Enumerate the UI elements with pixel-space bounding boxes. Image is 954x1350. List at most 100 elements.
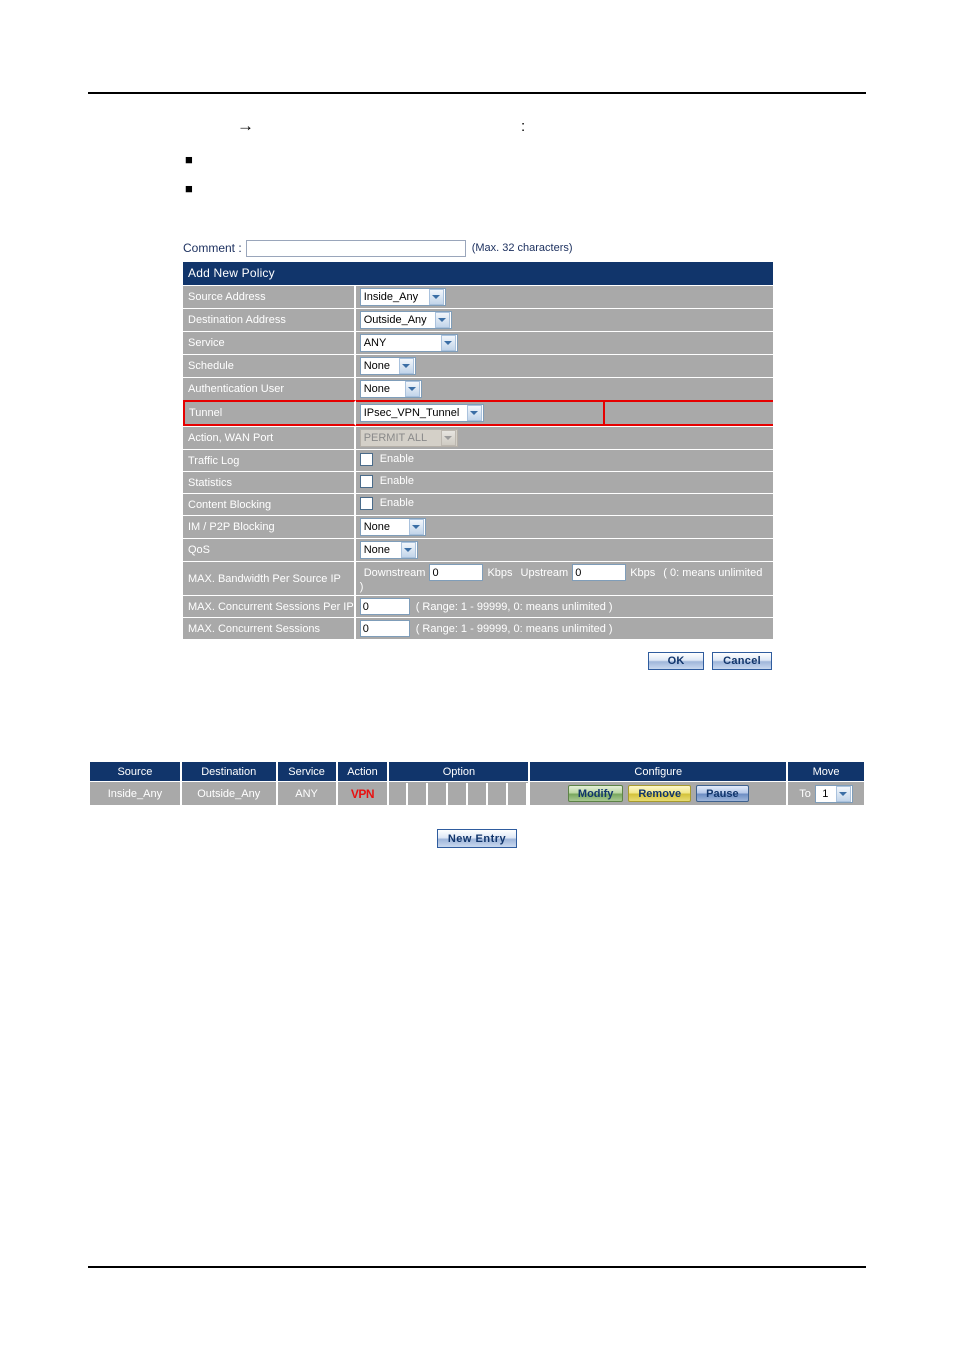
new-entry-button[interactable]: New Entry <box>436 829 518 848</box>
table-row: Inside_Any Outside_Any ANY VPN Modify Re… <box>90 781 864 805</box>
value-max-bandwidth-per-source-ip: DownstreamKbpsUpstreamKbps( 0: means unl… <box>355 561 773 596</box>
row-statistics: Statistics Enable <box>183 471 773 493</box>
value-qos: None <box>355 538 773 561</box>
upstream-input[interactable] <box>572 564 627 581</box>
option-cell <box>490 782 509 805</box>
modify-button[interactable]: Modify <box>567 785 624 802</box>
row-service: Service ANY <box>183 331 773 354</box>
statistics-checkbox[interactable] <box>359 474 373 488</box>
value-im-p2p-blocking: None <box>355 515 773 538</box>
row-max-concurrent-sessions-per-ip: MAX. Concurrent Sessions Per IP ( Range:… <box>183 595 773 618</box>
value-schedule: None <box>355 354 773 377</box>
content-blocking-checkbox-wrap[interactable]: Enable <box>359 496 414 510</box>
content-blocking-checkbox[interactable] <box>359 496 373 510</box>
cell-option <box>389 781 531 805</box>
value-traffic-log: Enable <box>355 449 773 471</box>
doc-colon-marker: : <box>521 118 526 135</box>
value-max-concurrent-sessions-per-ip: ( Range: 1 - 99999, 0: means unlimited ) <box>355 595 773 618</box>
max-concurrent-sessions-input[interactable] <box>359 620 410 638</box>
value-source-address: Inside_Any <box>355 285 773 308</box>
label-max-concurrent-sessions: MAX. Concurrent Sessions <box>183 617 356 640</box>
qos-select[interactable]: None <box>359 541 418 559</box>
chevron-down-icon[interactable] <box>398 358 414 374</box>
col-header-option: Option <box>389 762 531 781</box>
traffic-log-checkbox[interactable] <box>359 452 373 466</box>
col-header-configure: Configure <box>530 762 789 781</box>
cell-source: Inside_Any <box>90 781 182 805</box>
cancel-button[interactable]: Cancel <box>712 652 772 671</box>
label-service: Service <box>183 331 356 354</box>
label-max-concurrent-sessions-per-ip: MAX. Concurrent Sessions Per IP <box>183 595 356 618</box>
form-title: Add New Policy <box>183 262 773 285</box>
form-actions: OK Cancel <box>183 652 773 671</box>
label-action-wan-port: Action, WAN Port <box>183 426 356 449</box>
im-p2p-blocking-select[interactable]: None <box>359 518 426 536</box>
chevron-down-icon[interactable] <box>835 785 851 802</box>
service-select[interactable]: ANY <box>359 334 458 352</box>
statistics-checkbox-wrap[interactable]: Enable <box>359 474 414 488</box>
qos-select-text: None <box>363 544 390 556</box>
chevron-down-icon[interactable] <box>400 542 416 558</box>
chevron-down-icon[interactable] <box>428 289 444 305</box>
doc-arrow-marker: → <box>237 116 254 135</box>
move-position-select-text: 1 <box>822 787 829 800</box>
tunnel-select-text: IPsec_VPN_Tunnel <box>363 407 460 419</box>
upstream-label: Upstream <box>520 566 569 579</box>
doc-bullet-marker-1: ■ <box>185 152 193 167</box>
action-wan-port-select-text: PERMIT ALL <box>363 432 428 444</box>
cell-move: To 1 <box>788 781 864 805</box>
label-content-blocking: Content Blocking <box>183 493 356 515</box>
value-destination-address: Outside_Any <box>355 308 773 331</box>
authentication-user-select-text: None <box>363 383 390 395</box>
max-concurrent-sessions-per-ip-input[interactable] <box>359 598 410 616</box>
row-content-blocking: Content Blocking Enable <box>183 493 773 515</box>
downstream-input[interactable] <box>429 564 484 581</box>
comment-hint: (Max. 32 characters) <box>471 242 573 254</box>
label-authentication-user: Authentication User <box>183 377 356 400</box>
label-schedule: Schedule <box>183 354 356 377</box>
statistics-checkbox-label: Enable <box>379 475 414 487</box>
chevron-down-icon[interactable] <box>466 405 482 421</box>
service-select-text: ANY <box>363 337 387 349</box>
move-position-select[interactable]: 1 <box>814 784 853 803</box>
option-cell <box>510 782 529 805</box>
content-blocking-checkbox-label: Enable <box>379 497 414 509</box>
move-control: To 1 <box>790 784 862 803</box>
chevron-down-icon[interactable] <box>434 312 450 328</box>
schedule-select-text: None <box>363 360 390 372</box>
chevron-down-icon[interactable] <box>440 335 456 351</box>
comment-input[interactable] <box>245 239 466 257</box>
row-traffic-log: Traffic Log Enable <box>183 449 773 471</box>
downstream-label: Downstream <box>363 566 426 579</box>
destination-address-select-text: Outside_Any <box>363 314 427 326</box>
option-cell <box>450 782 469 805</box>
destination-address-select[interactable]: Outside_Any <box>359 311 452 329</box>
traffic-log-checkbox-wrap[interactable]: Enable <box>359 452 414 466</box>
row-max-bandwidth-per-source-ip: MAX. Bandwidth Per Source IP Downstream K… <box>183 561 773 596</box>
label-max-bandwidth-per-source-ip: MAX. Bandwidth Per Source IP <box>183 561 356 596</box>
cell-action: VPN <box>337 781 390 805</box>
option-cell <box>470 782 489 805</box>
label-qos: QoS <box>183 538 356 561</box>
cell-configure: Modify Remove Pause <box>530 781 789 805</box>
tunnel-select[interactable]: IPsec_VPN_Tunnel <box>359 404 484 422</box>
remove-button[interactable]: Remove <box>628 785 692 802</box>
new-entry-wrap: New Entry <box>90 829 864 848</box>
row-destination-address: Destination Address Outside_Any <box>183 308 773 331</box>
kbps-label-1: Kbps <box>487 566 513 579</box>
ok-button[interactable]: OK <box>648 652 705 671</box>
kbps-label-2: Kbps <box>630 566 656 579</box>
value-statistics: Enable <box>355 471 773 493</box>
authentication-user-select[interactable]: None <box>359 380 422 398</box>
configure-buttons: Modify Remove Pause <box>532 785 784 802</box>
schedule-select[interactable]: None <box>359 357 416 375</box>
col-header-destination: Destination <box>181 762 278 781</box>
source-address-select[interactable]: Inside_Any <box>359 288 446 306</box>
label-traffic-log: Traffic Log <box>183 449 356 471</box>
pause-button[interactable]: Pause <box>696 785 749 802</box>
value-max-concurrent-sessions: ( Range: 1 - 99999, 0: means unlimited ) <box>355 617 773 640</box>
chevron-down-icon[interactable] <box>408 519 424 535</box>
chevron-down-icon[interactable] <box>404 381 420 397</box>
form-title-row: Add New Policy <box>183 262 773 285</box>
row-schedule: Schedule None <box>183 354 773 377</box>
